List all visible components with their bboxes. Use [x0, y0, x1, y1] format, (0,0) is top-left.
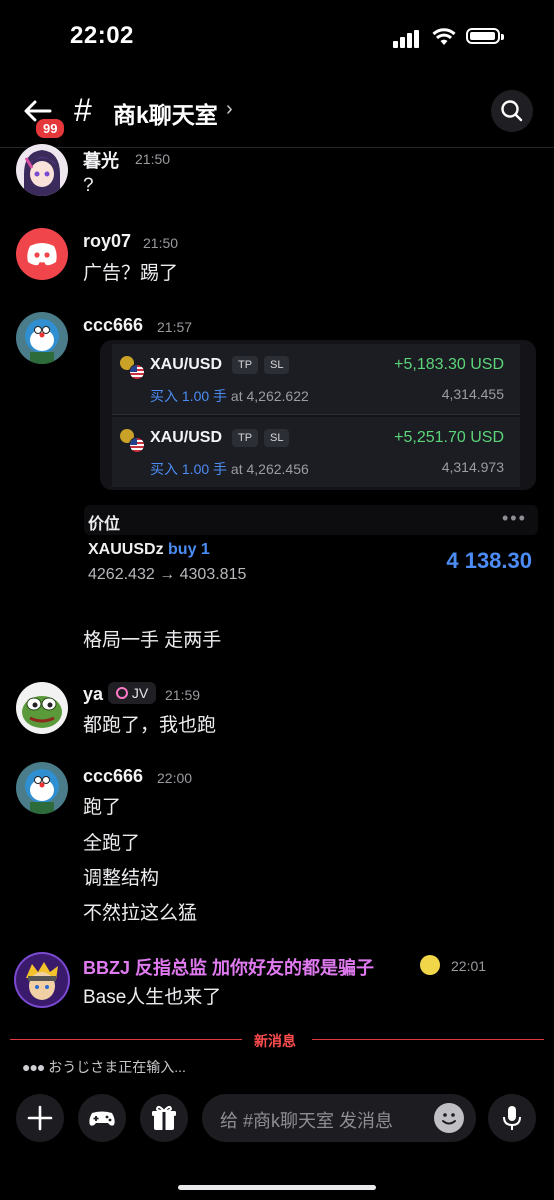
avatar[interactable] — [16, 144, 68, 196]
avatar[interactable] — [16, 228, 68, 280]
typing-text: おうじさま正在输入... — [48, 1059, 186, 1075]
avatar-anime-girl-image — [24, 150, 60, 196]
trade-symbol: XAU/USD — [150, 429, 223, 446]
discord-logo-icon — [27, 243, 57, 266]
add-button[interactable] — [16, 1094, 64, 1142]
chevron-right-icon[interactable]: › — [226, 98, 233, 121]
smiley-icon — [442, 1113, 456, 1125]
trade-details: 买入 1.00 手 at 4,262.456 — [150, 459, 309, 479]
typing-dots-icon: ●●● — [22, 1059, 45, 1075]
trade-symbol: XAU/USD — [150, 356, 223, 373]
trade-side: 买入 — [150, 461, 178, 477]
avatar-doraemon-image — [25, 769, 59, 814]
tp-tag: TP — [232, 429, 259, 447]
trade-details: 买入 1.00 手 at 4,262.622 — [150, 386, 309, 406]
role-badge[interactable]: JV — [108, 682, 157, 704]
emoji-badge-icon — [420, 955, 440, 975]
unread-badge: 99 — [34, 117, 67, 140]
price-symbol-line: XAUUSDz buy 1 — [88, 541, 210, 559]
trade-qty: 1.00 手 — [181, 461, 228, 477]
us-flag-icon — [129, 364, 145, 380]
trade-at: at — [230, 388, 243, 404]
search-button[interactable] — [491, 90, 533, 132]
message-text: Base人生也来了 — [83, 987, 222, 1008]
channel-hash-icon: # — [74, 92, 92, 128]
avatar-pepe-image — [22, 696, 62, 728]
trade-side: 买入 — [150, 388, 178, 404]
message-text: 不然拉这么猛 — [83, 903, 198, 924]
trade-screenshot-card[interactable]: XAU/USD TP SL +5,183.30 USD 买入 1.00 手 at… — [100, 340, 536, 490]
trade-at: at — [230, 461, 243, 477]
message-text: 广告？踢了 — [83, 263, 179, 284]
trade-current-price: 4,314.973 — [441, 459, 504, 475]
plus-icon — [27, 1105, 53, 1131]
status-time: 22:02 — [70, 22, 134, 49]
home-indicator — [178, 1185, 376, 1190]
sl-tag: SL — [264, 356, 290, 374]
wifi-icon — [432, 28, 456, 45]
message-text: 格局一手 走两手 — [83, 630, 222, 651]
message-text: 跑了 — [83, 797, 122, 818]
channel-title[interactable]: 商k聊天室 — [113, 96, 218, 130]
price-label: 价位 — [88, 516, 121, 533]
message-time: 22:00 — [157, 770, 193, 786]
trade-entry: 4,262.456 — [246, 461, 309, 477]
trade-row: XAU/USD TP SL +5,183.30 USD 买入 1.00 手 at… — [112, 344, 520, 414]
message-username[interactable]: roy07 — [83, 231, 131, 252]
message-time: 21:59 — [165, 687, 201, 703]
typing-indicator: ●●● おうじさま正在输入... — [22, 1057, 186, 1077]
new-messages-label: 新消息 — [254, 1033, 296, 1049]
message-username[interactable]: ccc666 — [83, 766, 143, 787]
trade-pnl: +5,183.30 USD — [394, 356, 504, 373]
voice-button[interactable] — [488, 1094, 536, 1142]
message-text: ? — [83, 175, 94, 196]
gift-button[interactable] — [140, 1094, 188, 1142]
battery-icon — [466, 28, 504, 44]
avatar[interactable] — [16, 682, 68, 734]
avatar[interactable] — [16, 762, 68, 814]
message-time: 21:50 — [135, 151, 171, 167]
tp-tag: TP — [232, 356, 259, 374]
trade-pnl: +5,251.70 USD — [394, 429, 504, 446]
avatar[interactable] — [16, 312, 68, 364]
message-text: 都跑了，我也跑 — [83, 715, 217, 736]
message-time: 21:57 — [157, 319, 193, 335]
trade-current-price: 4,314.455 — [441, 386, 504, 402]
gift-icon — [152, 1105, 176, 1130]
activities-button[interactable] — [78, 1094, 126, 1142]
message-username[interactable]: 暮光 — [83, 147, 119, 173]
trade-row: XAU/USD TP SL +5,251.70 USD 买入 1.00 手 at… — [112, 417, 520, 487]
avatar[interactable] — [16, 954, 68, 1006]
cellular-signal-icon — [393, 30, 419, 48]
message-username[interactable]: ccc666 — [83, 315, 143, 336]
emoji-button[interactable] — [434, 1103, 464, 1133]
sl-tag: SL — [264, 429, 290, 447]
more-options-icon[interactable]: ••• — [502, 508, 527, 529]
message-text: 全跑了 — [83, 833, 141, 854]
message-text: 调整结构 — [83, 868, 160, 889]
price-header-bar — [84, 505, 538, 535]
role-icon — [116, 687, 128, 699]
gamepad-icon — [89, 1111, 115, 1126]
message-input-placeholder: 给 #商k聊天室 发消息 — [220, 1111, 394, 1131]
current-price: 4 138.30 — [446, 548, 532, 573]
avatar-doraemon-image — [25, 319, 59, 364]
new-messages-divider — [312, 1039, 544, 1040]
trade-entry: 4,262.622 — [246, 388, 309, 404]
message-time: 22:01 — [451, 958, 487, 974]
search-icon — [501, 100, 523, 122]
price-action: buy 1 — [168, 541, 210, 558]
role-label: JV — [131, 685, 149, 701]
new-messages-divider — [10, 1039, 242, 1040]
us-flag-icon — [129, 437, 145, 453]
trade-qty: 1.00 手 — [181, 388, 228, 404]
price-symbol: XAUUSDz — [88, 541, 164, 558]
trade-divider — [112, 414, 520, 415]
message-time: 21:50 — [143, 235, 179, 251]
message-username[interactable]: BBZJ 反指总监 加你好友的都是骗子 — [83, 954, 374, 980]
price-range: 4262.432 → 4303.815 — [88, 566, 247, 583]
avatar-ninja-image — [26, 962, 58, 1000]
microphone-icon — [503, 1106, 521, 1130]
message-username[interactable]: ya — [83, 684, 103, 705]
